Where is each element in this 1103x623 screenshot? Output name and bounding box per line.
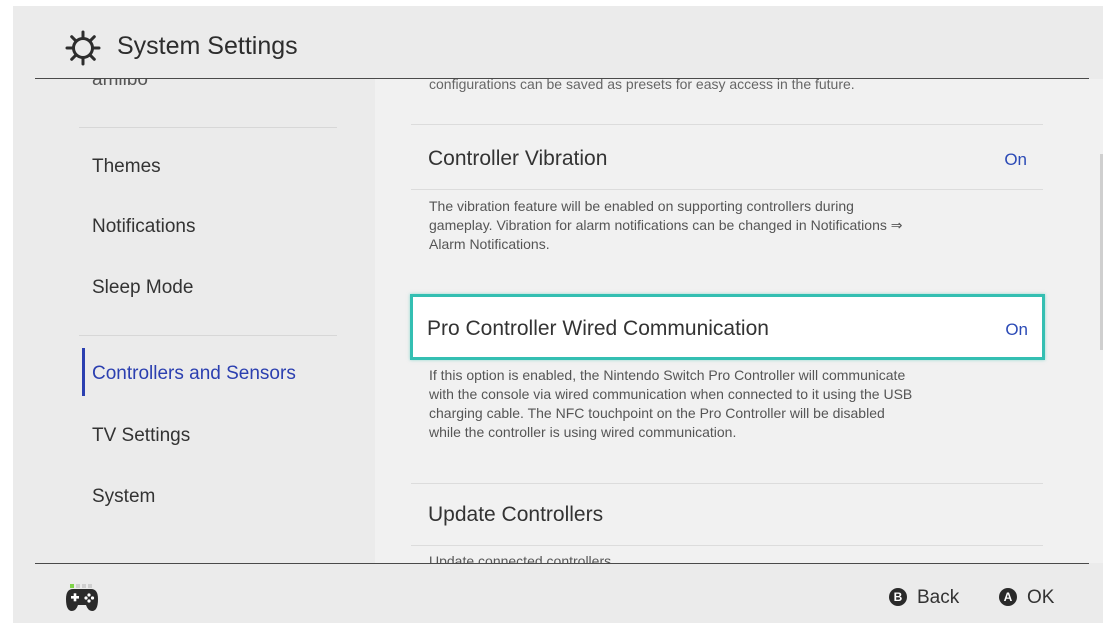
description-line: gameplay. Vibration for alarm notificati… bbox=[429, 217, 903, 233]
sidebar: amiibo Themes Notifications Sleep Mode C… bbox=[75, 79, 363, 563]
description-line: with the console via wired communication… bbox=[429, 386, 913, 402]
sidebar-item-tv-settings[interactable]: TV Settings bbox=[92, 425, 190, 447]
settings-panel: configurations can be saved as presets f… bbox=[375, 79, 1103, 563]
ok-label: OK bbox=[1027, 587, 1055, 608]
divider bbox=[411, 189, 1043, 190]
pro-controller-wired-communication-setting[interactable]: Pro Controller Wired Communication On bbox=[410, 294, 1045, 360]
sidebar-divider bbox=[79, 335, 337, 336]
setting-label: Controller Vibration bbox=[428, 147, 608, 170]
controller-vibration-setting[interactable]: Controller Vibration On bbox=[411, 131, 1043, 189]
description-line: Alarm Notifications. bbox=[429, 236, 550, 252]
description-line: The vibration feature will be enabled on… bbox=[429, 198, 854, 214]
sidebar-item-system[interactable]: System bbox=[92, 486, 155, 508]
setting-label: Update Controllers bbox=[428, 503, 604, 526]
gear-icon bbox=[65, 30, 101, 66]
back-label: Back bbox=[917, 587, 960, 608]
active-indicator bbox=[82, 348, 85, 396]
setting-description: The vibration feature will be enabled on… bbox=[429, 197, 1029, 254]
sidebar-item-themes[interactable]: Themes bbox=[92, 156, 161, 178]
setting-description: configurations can be saved as presets f… bbox=[429, 79, 855, 92]
description-line: Update connected controllers. bbox=[429, 553, 615, 563]
b-button-icon: B bbox=[889, 588, 907, 606]
description-line: while the controller is using wired comm… bbox=[429, 424, 737, 440]
setting-description: Update connected controllers. bbox=[429, 552, 1029, 563]
description-line: charging cable. The NFC touchpoint on th… bbox=[429, 405, 885, 421]
sidebar-item-controllers-and-sensors[interactable]: Controllers and Sensors bbox=[92, 363, 296, 385]
gamepad-icon bbox=[66, 589, 98, 611]
sidebar-divider bbox=[79, 127, 337, 128]
divider bbox=[411, 483, 1043, 484]
setting-label: Pro Controller Wired Communication bbox=[427, 317, 769, 340]
setting-value: On bbox=[1004, 150, 1027, 169]
sidebar-item-notifications[interactable]: Notifications bbox=[92, 216, 196, 238]
setting-value: On bbox=[1005, 320, 1028, 339]
back-button[interactable]: B Back bbox=[889, 587, 959, 609]
divider bbox=[411, 124, 1043, 125]
description-line: If this option is enabled, the Nintendo … bbox=[429, 367, 906, 383]
header: System Settings bbox=[13, 6, 1103, 78]
footer: B Back A OK bbox=[13, 564, 1103, 623]
sidebar-item-amiibo[interactable]: amiibo bbox=[92, 79, 148, 91]
sidebar-item-sleep-mode[interactable]: Sleep Mode bbox=[92, 277, 193, 299]
page-title: System Settings bbox=[117, 32, 298, 60]
ok-button[interactable]: A OK bbox=[999, 587, 1054, 609]
divider bbox=[411, 545, 1043, 546]
update-controllers-setting[interactable]: Update Controllers bbox=[411, 487, 1043, 545]
a-button-icon: A bbox=[999, 588, 1017, 606]
setting-description: If this option is enabled, the Nintendo … bbox=[429, 366, 1029, 442]
settings-screen: System Settings amiibo Themes Notificati… bbox=[13, 6, 1103, 623]
